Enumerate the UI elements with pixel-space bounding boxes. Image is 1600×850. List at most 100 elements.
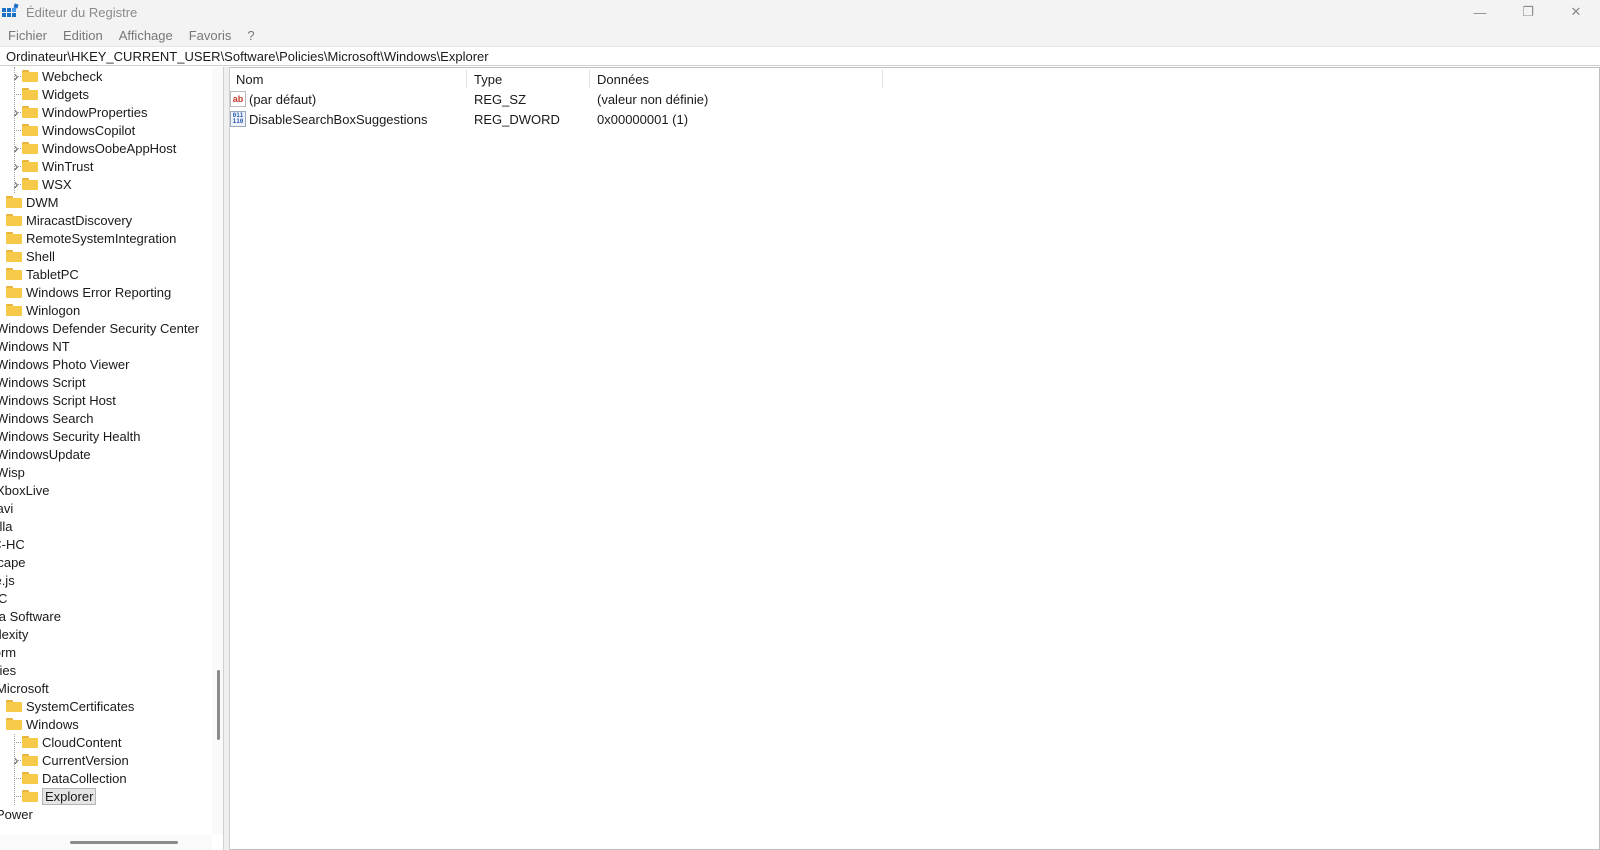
folder-icon bbox=[22, 772, 38, 784]
minimize-button[interactable]: — bbox=[1456, 0, 1504, 24]
tree-node[interactable]: XboxLive bbox=[0, 481, 49, 499]
tree-node[interactable]: › Webcheck bbox=[10, 67, 103, 85]
value-row-default[interactable]: ab (par défaut) REG_SZ (valeur non défin… bbox=[230, 89, 1130, 109]
tree-node[interactable]: › WindowsOobeAppHost bbox=[10, 139, 177, 157]
tree-node[interactable]: pera Software bbox=[0, 607, 61, 625]
tree-horizontal-scrollbar[interactable] bbox=[0, 835, 212, 850]
tree-vertical-scroll-thumb[interactable] bbox=[217, 670, 220, 740]
folder-icon bbox=[6, 718, 22, 730]
tree-node[interactable]: Wisp bbox=[0, 463, 25, 481]
restore-button[interactable]: ❐ bbox=[1504, 0, 1552, 24]
tree-view: › Webcheck Widgets › WindowProperties Windows… bbox=[0, 67, 208, 835]
folder-icon bbox=[22, 178, 38, 190]
column-separator[interactable] bbox=[882, 70, 883, 88]
tree-node[interactable]: lovavi bbox=[0, 499, 13, 517]
window-controls: — ❐ ✕ bbox=[1456, 0, 1600, 24]
registry-tree: › Webcheck Widgets › WindowProperties Windows… bbox=[0, 67, 224, 850]
tree-vertical-scrollbar[interactable] bbox=[212, 67, 223, 835]
registry-app-icon bbox=[2, 3, 19, 20]
menu-affichage[interactable]: Affichage bbox=[111, 28, 181, 43]
tree-node-label: Windows Script Host bbox=[0, 392, 116, 408]
tree-node[interactable]: WindowsCopilot bbox=[10, 121, 135, 139]
tree-node-label: etscape bbox=[0, 554, 26, 570]
tree-node[interactable]: Windows bbox=[0, 715, 79, 733]
tree-node[interactable]: DWM bbox=[0, 193, 59, 211]
tree-node[interactable]: Microsoft bbox=[0, 679, 49, 697]
tree-node[interactable]: Windows Security Health bbox=[0, 427, 141, 445]
tree-node[interactable]: lozilla bbox=[0, 517, 13, 535]
close-button[interactable]: ✕ bbox=[1552, 0, 1600, 24]
tree-node-label: Windows Defender Security Center bbox=[0, 320, 200, 336]
tree-node[interactable]: Windows Photo Viewer bbox=[0, 355, 129, 373]
tree-node-label: WindowsOobeAppHost bbox=[42, 140, 177, 156]
tree-node[interactable]: › CurrentVersion bbox=[10, 751, 129, 769]
tree-node[interactable]: DBC bbox=[0, 589, 7, 607]
tree-node[interactable]: ode.js bbox=[0, 571, 15, 589]
tree-node[interactable]: CloudContent bbox=[10, 733, 122, 751]
tree-node-label: Webcheck bbox=[42, 68, 103, 84]
tree-node[interactable]: Power bbox=[0, 805, 33, 823]
tree-node-label: WindowsUpdate bbox=[0, 446, 91, 462]
tree-node[interactable]: Windows Script Host bbox=[0, 391, 116, 409]
tree-node[interactable]: olicies bbox=[0, 661, 16, 679]
tree-node[interactable]: Windows Defender Security Center bbox=[0, 319, 199, 337]
value-row-disablesearchboxsuggestions[interactable]: 011 110 DisableSearchBoxSuggestions REG_… bbox=[230, 109, 1130, 129]
folder-icon bbox=[22, 124, 38, 136]
tree-node-label: Explorer bbox=[42, 787, 97, 805]
tree-node-label: olicies bbox=[0, 662, 17, 678]
tree-node[interactable]: DataCollection bbox=[10, 769, 127, 787]
tree-node-label: Windows Photo Viewer bbox=[0, 356, 130, 372]
tree-node[interactable]: Shell bbox=[0, 247, 55, 265]
value-name: (par défaut) bbox=[249, 91, 317, 107]
column-separator[interactable] bbox=[466, 70, 467, 88]
tree-node-label: Windows bbox=[26, 716, 79, 732]
column-header-donnees[interactable]: Données bbox=[597, 70, 882, 88]
tree-node-label: pera Software bbox=[0, 608, 61, 624]
tree-node-label: Windows Error Reporting bbox=[26, 284, 172, 300]
tree-node[interactable]: Windows NT bbox=[0, 337, 70, 355]
address-bar[interactable]: Ordinateur\HKEY_CURRENT_USER\Software\Po… bbox=[0, 46, 1600, 66]
tree-connector bbox=[14, 148, 21, 149]
tree-node-label: MiracastDiscovery bbox=[26, 212, 133, 228]
column-separator[interactable] bbox=[589, 70, 590, 88]
tree-node[interactable]: Windows Script bbox=[0, 373, 86, 391]
tree-node[interactable]: Widgets bbox=[10, 85, 89, 103]
column-header-nom[interactable]: Nom bbox=[236, 70, 466, 88]
value-data: (valeur non définie) bbox=[597, 91, 709, 107]
column-header-type[interactable]: Type bbox=[474, 70, 589, 88]
tree-node[interactable]: › WindowProperties bbox=[10, 103, 148, 121]
tree-node-label: XboxLive bbox=[0, 482, 50, 498]
tree-node[interactable]: Windows Error Reporting bbox=[0, 283, 171, 301]
tree-node[interactable]: etscape bbox=[0, 553, 26, 571]
menu-edition[interactable]: Edition bbox=[55, 28, 111, 43]
tree-node-label: iriform bbox=[0, 644, 17, 660]
tree-node[interactable]: IPC-HC bbox=[0, 535, 25, 553]
folder-icon bbox=[22, 106, 38, 118]
tree-node[interactable]: Winlogon bbox=[0, 301, 80, 319]
tree-node[interactable]: Explorer bbox=[10, 787, 97, 805]
tree-node[interactable]: iriform bbox=[0, 643, 16, 661]
folder-icon bbox=[6, 304, 22, 316]
string-value-icon: ab bbox=[230, 91, 246, 107]
tree-node-label: Widgets bbox=[42, 86, 89, 102]
tree-node[interactable]: MiracastDiscovery bbox=[0, 211, 132, 229]
tree-horizontal-scroll-thumb[interactable] bbox=[70, 841, 178, 844]
folder-icon bbox=[22, 790, 38, 802]
menu-fichier[interactable]: Fichier bbox=[0, 28, 55, 43]
tree-node[interactable]: TabletPC bbox=[0, 265, 79, 283]
value-data: 0x00000001 (1) bbox=[597, 111, 689, 127]
tree-node[interactable]: › WinTrust bbox=[10, 157, 94, 175]
tree-node[interactable]: Windows Search bbox=[0, 409, 94, 427]
tree-node[interactable]: erplexity bbox=[0, 625, 28, 643]
tree-node-label: Windows NT bbox=[0, 338, 70, 354]
tree-node-label: lovavi bbox=[0, 500, 14, 516]
tree-node[interactable]: SystemCertificates bbox=[0, 697, 134, 715]
menu-help[interactable]: ? bbox=[239, 28, 262, 43]
tree-node[interactable]: WindowsUpdate bbox=[0, 445, 91, 463]
menu-favoris[interactable]: Favoris bbox=[181, 28, 240, 43]
tree-node[interactable]: RemoteSystemIntegration bbox=[0, 229, 176, 247]
tree-node-label: DWM bbox=[26, 194, 59, 210]
tree-connector bbox=[14, 130, 21, 131]
tree-node-label: erplexity bbox=[0, 626, 29, 642]
folder-icon bbox=[6, 196, 22, 208]
